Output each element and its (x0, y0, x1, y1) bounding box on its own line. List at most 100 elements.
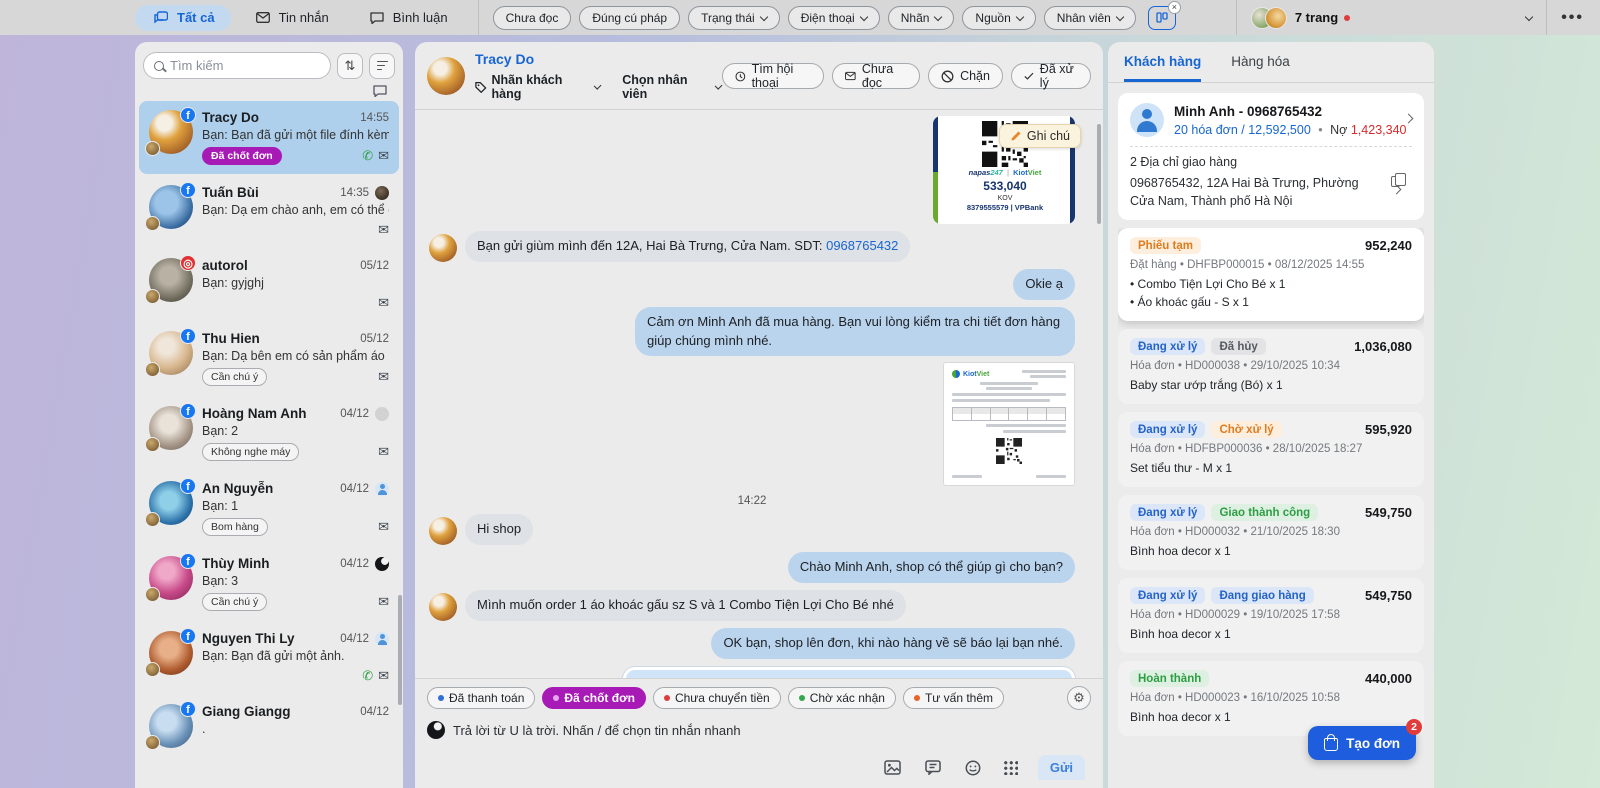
order-confirmation-card[interactable]: Cảm ơn Minh Anh đã đặt hàng. Bạn vui lòn… (623, 666, 1075, 678)
tab-comments[interactable]: Bình luận (351, 5, 464, 31)
message-bubble[interactable]: Bạn gửi giùm mình đến 12A, Hai Bà Trưng,… (465, 231, 911, 262)
avatar: f (145, 403, 196, 452)
conversation-item[interactable]: f Hoàng Nam Anh 04/12 Bạn: 2 Không nghe m… (139, 397, 399, 470)
filter-source[interactable]: Nguồn (962, 5, 1036, 30)
conversation-item[interactable]: f Tracy Do 14:55 Bạn: Bạn đã gửi một file… (139, 101, 399, 174)
search-input[interactable] (170, 58, 320, 73)
order-card[interactable]: Đang xử lý Chờ xử lý 595,920 Hóa đơn • HD… (1118, 412, 1424, 488)
filter-phone[interactable]: Điện thoại (787, 5, 880, 30)
order-meta: Hóa đơn • HD000023 • 16/10/2025 10:58 (1130, 692, 1340, 705)
image-attach-icon[interactable] (883, 759, 903, 777)
conversation-item[interactable]: f Tuấn Bùi 14:35 Bạn: Dạ em chào anh, em … (139, 176, 399, 247)
filter-staff[interactable]: Nhân viên (1043, 5, 1136, 30)
order-card[interactable]: Đang xử lý Đã hủy 1,036,080 Hóa đơn • HD0… (1118, 329, 1424, 405)
envelope-icon (253, 9, 273, 27)
customer-label-dropdown[interactable]: Nhãn khách hàng (475, 73, 602, 101)
create-order-button[interactable]: Tạo đơn 2 (1308, 719, 1422, 760)
channel-tabs: Tất cả Tin nhắn Bình luận (135, 4, 464, 31)
shipping-address[interactable]: 0968765432, 12A Hai Bà Trưng, Phường Cửa… (1130, 173, 1412, 210)
message-bubble[interactable]: Chào Minh Anh, shop có thể giúp gì cho b… (787, 552, 1075, 584)
phone-link[interactable]: 0968765432 (826, 238, 898, 253)
quick-reply-icon[interactable] (923, 759, 943, 777)
status-badge: Đang xử lý (1130, 504, 1206, 522)
tab-customer[interactable]: Khách hàng (1124, 54, 1202, 82)
quick-tag-pending-confirm[interactable]: Chờ xác nhận (787, 687, 896, 709)
board-view-button[interactable]: × (1147, 0, 1181, 30)
customer-avatar-icon (1130, 103, 1164, 137)
mark-done-button[interactable]: Đã xử lý (1010, 62, 1091, 90)
invoice-thumbnail[interactable]: KiotViet (943, 362, 1075, 487)
sidebar-scrollbar[interactable] (398, 595, 402, 705)
tab-all[interactable]: Tất cả (135, 4, 231, 31)
filter-syntax[interactable]: Đúng cú pháp (579, 5, 681, 30)
assign-staff-dropdown[interactable]: Chọn nhân viên (622, 73, 724, 101)
status-badge: Giao thành công (1211, 504, 1319, 522)
conversation-item[interactable]: f Thu Hien 05/12 Bạn: Dạ bên em có sản ph… (139, 322, 399, 395)
sort-button[interactable]: ⇅ (337, 52, 363, 79)
page-avatars[interactable] (1250, 6, 1287, 29)
find-conversation-button[interactable]: Tìm hội thoại (721, 62, 825, 90)
conversation-item-partial[interactable] (135, 85, 403, 101)
message-list[interactable]: napas247 | KiotViet 533,040 KOV 83795555… (415, 110, 1103, 678)
chat-scrollbar[interactable] (1097, 124, 1101, 224)
order-card[interactable]: Hoàn thành 440,000 Hóa đơn • HD000023 • … (1118, 661, 1424, 737)
send-button[interactable]: Gửi (1037, 755, 1085, 780)
phone-icon: ✆ (362, 148, 374, 163)
close-icon[interactable]: × (1167, 0, 1181, 14)
quick-tag-no-transfer[interactable]: Chưa chuyển tiền (652, 687, 781, 709)
kanban-icon (1156, 12, 1168, 23)
block-icon (941, 70, 954, 82)
conversation-item[interactable]: f Nguyen Thi Ly 04/12 Bạn: Bạn đã gửi một… (139, 622, 399, 693)
filter-status[interactable]: Trạng thái (688, 5, 780, 30)
quick-tags-row: Đã thanh toán Đã chốt đơn Chưa chuyển ti… (427, 686, 1091, 710)
apps-grid-icon[interactable] (1002, 760, 1018, 775)
chat-customer-name[interactable]: Tracy Do (475, 51, 722, 67)
quick-tag-paid[interactable]: Đã thanh toán (427, 687, 536, 709)
tab-messages[interactable]: Tin nhắn (237, 5, 345, 31)
mark-unread-button[interactable]: Chưa đọc (832, 62, 921, 90)
payment-qr-message[interactable]: napas247 | KiotViet 533,040 KOV 83795555… (429, 116, 1081, 224)
invoice-image-message[interactable]: KiotViet (429, 362, 1075, 487)
emoji-icon[interactable] (963, 759, 983, 777)
conversation-sidebar: ⇅ f Tracy Do14:55 Bạn: Bạn đã gửi một fi… (135, 42, 403, 788)
quick-tag-closed[interactable]: Đã chốt đơn (542, 687, 646, 709)
quick-tag-consult-more[interactable]: Tư vấn thêm (902, 687, 1005, 709)
status-badge: Đang xử lý (1130, 421, 1206, 439)
avatar (429, 517, 457, 546)
filter-label[interactable]: Nhãn (887, 5, 955, 30)
chevron-down-icon[interactable] (1524, 12, 1534, 21)
avatar: f (145, 553, 196, 602)
order-list[interactable]: Phiếu tạm 952,240 Đặt hàng • DHFBP000015… (1118, 228, 1424, 744)
message-bubble[interactable]: Mình muốn order 1 áo khoác gấu sz S và 1… (465, 590, 906, 621)
facebook-badge-icon: f (180, 701, 196, 717)
conversation-item[interactable]: f Giang Giangg 04/12 . (139, 695, 399, 757)
conversation-item[interactable]: ◎ autorol 05/12 Bạn: gyjghj ✉ (139, 249, 399, 320)
block-button[interactable]: Chặn (928, 63, 1003, 89)
order-card[interactable]: Phiếu tạm 952,240 Đặt hàng • DHFBP000015… (1118, 228, 1424, 322)
filter-unread[interactable]: Chưa đọc (492, 5, 572, 30)
message-bubble[interactable]: Cảm ơn Minh Anh đã mua hàng. Bạn vui lòn… (635, 306, 1075, 357)
note-button[interactable]: Ghi chú (998, 124, 1081, 148)
message-bubble[interactable]: OK bạn, shop lên đơn, khi nào hàng về sẽ… (711, 627, 1075, 659)
tab-products[interactable]: Hàng hóa (1231, 54, 1290, 82)
gear-icon[interactable]: ⚙ (1067, 686, 1091, 710)
message-bubble[interactable]: Okie ạ (1013, 268, 1075, 300)
page-avatar-mini (145, 662, 160, 677)
more-menu-icon[interactable]: ••• (1561, 9, 1584, 27)
conversation-item[interactable]: f Thùy Minh 04/12 Bạn: 3 Cần chú ý ✉ (139, 547, 399, 620)
label-tag: Không nghe máy (202, 443, 300, 461)
conversation-item[interactable]: f An Nguyễn 04/12 Bạn: 1 Bom hàng ✉ (139, 472, 399, 545)
napas-brand: napas (968, 168, 991, 177)
chevron-right-icon[interactable] (1391, 184, 1402, 195)
customer-card[interactable]: Minh Anh - 0968765432 20 hóa đơn / 12,59… (1118, 93, 1424, 221)
order-amount: 1,036,080 (1354, 339, 1412, 355)
message-bubble[interactable]: Hi shop (465, 514, 534, 546)
order-card[interactable]: Đang xử lý Đang giao hàng 549,750 Hóa đơn… (1118, 578, 1424, 654)
search-box[interactable] (143, 52, 331, 79)
status-badge: Đang giao hàng (1211, 587, 1314, 605)
filter-list-button[interactable] (369, 52, 395, 79)
order-card[interactable]: Đang xử lý Giao thành công 549,750 Hóa đơ… (1118, 495, 1424, 571)
message-row-outgoing: Chào Minh Anh, shop có thể giúp gì cho b… (429, 552, 1075, 584)
invoice-stats-link[interactable]: 20 hóa đơn / 12,592,500 (1174, 123, 1311, 137)
message-input[interactable]: Trả lời từ U là trời. Nhấn / để chọn tin… (427, 721, 1091, 739)
